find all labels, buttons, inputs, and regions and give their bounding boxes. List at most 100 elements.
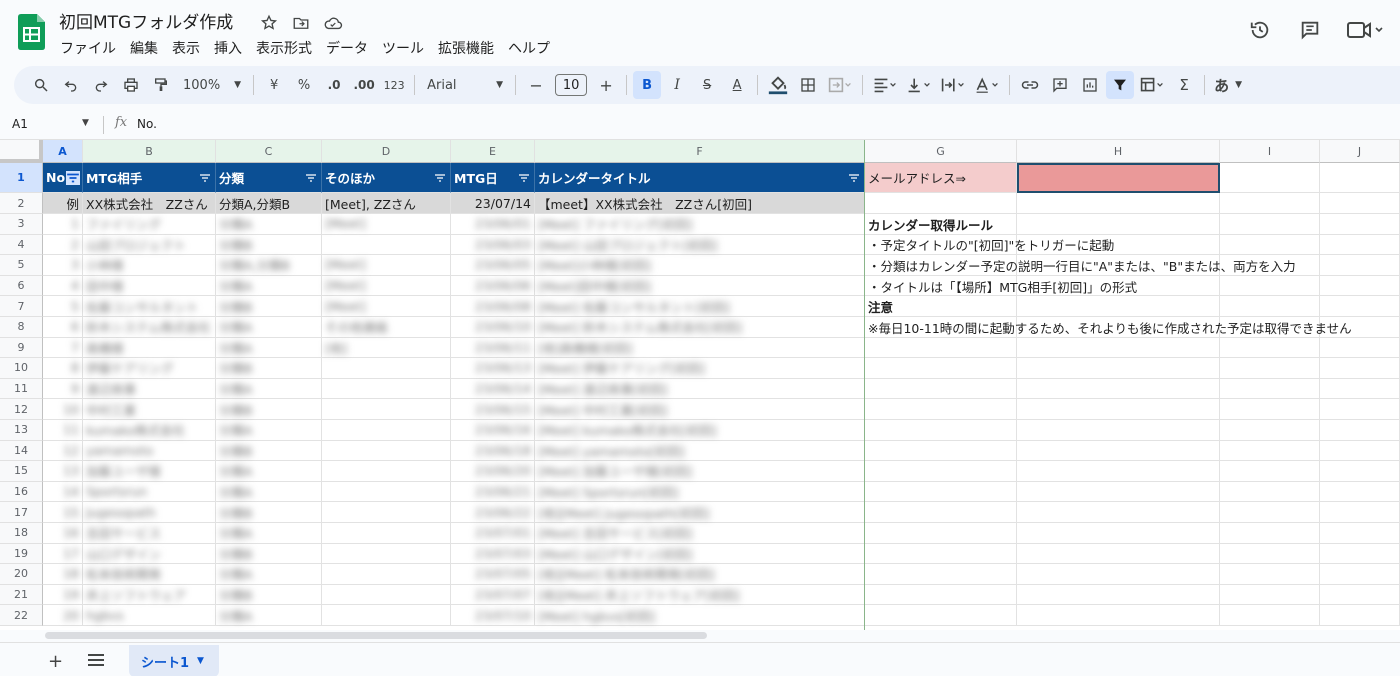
empty-cell[interactable] xyxy=(865,481,1017,503)
empty-cell[interactable] xyxy=(1320,543,1400,565)
zoom-select[interactable]: 100% ▼ xyxy=(177,71,247,99)
table-cell[interactable]: 6 xyxy=(43,317,83,338)
percent-format-button[interactable]: % xyxy=(290,71,318,99)
table-cell[interactable]: 分類B xyxy=(216,502,322,523)
empty-cell[interactable] xyxy=(1017,399,1220,420)
empty-cell[interactable] xyxy=(1320,564,1400,585)
table-cell[interactable]: 23/06/01 xyxy=(451,214,535,235)
table-cell[interactable]: [Meet] 中村工業[初回] xyxy=(535,399,865,420)
row-header-7[interactable]: 7 xyxy=(0,296,43,317)
empty-cell[interactable] xyxy=(865,461,1017,482)
chevron-down-icon[interactable]: ▼ xyxy=(82,118,89,128)
redo-icon[interactable] xyxy=(87,71,115,99)
table-cell[interactable]: [Meet] xyxy=(322,275,451,297)
table-cell[interactable]: [Meet] yamamoto[初回] xyxy=(535,440,865,462)
table-cell[interactable]: 18 xyxy=(43,564,83,585)
text-wrapping-icon[interactable] xyxy=(937,71,969,99)
row-header-4[interactable]: 4 xyxy=(0,234,43,256)
font-size-input[interactable]: 10 xyxy=(555,74,588,96)
example-cell[interactable]: 【meet】XX株式会社 ZZさん[初回] xyxy=(535,193,865,214)
col-header-h[interactable]: H xyxy=(1017,140,1220,163)
col-header-i[interactable]: I xyxy=(1220,140,1320,163)
menu-view[interactable]: 表示 xyxy=(165,36,207,60)
table-cell[interactable] xyxy=(322,584,451,606)
table-cell[interactable]: 分類B xyxy=(216,399,322,420)
table-cell[interactable]: 分類A xyxy=(216,378,322,400)
table-cell[interactable]: [他][Meet] 井上ソフトウェア[初回] xyxy=(535,584,865,606)
empty-cell[interactable] xyxy=(1220,502,1320,523)
email-label-cell[interactable]: メールアドレス⇒ xyxy=(865,163,1017,193)
table-cell[interactable]: [Meet]田中様[初回] xyxy=(535,275,865,297)
vertical-align-icon[interactable] xyxy=(903,71,935,99)
table-cell[interactable]: 23/06/18 xyxy=(451,440,535,462)
col-header-a[interactable]: A xyxy=(43,140,83,163)
decrease-decimal-button[interactable]: .0 xyxy=(320,71,348,99)
functions-button[interactable]: Σ xyxy=(1170,71,1198,99)
table-cell[interactable]: 14 xyxy=(43,481,83,503)
font-size-decrease-button[interactable]: − xyxy=(522,71,550,99)
empty-cell[interactable] xyxy=(865,605,1017,626)
version-history-icon[interactable] xyxy=(1242,14,1278,46)
table-cell[interactable]: [Meet] 加藤ユーザ様[初回] xyxy=(535,461,865,482)
table-cell[interactable] xyxy=(322,399,451,420)
empty-cell[interactable] xyxy=(1017,378,1220,400)
empty-cell[interactable] xyxy=(1320,523,1400,544)
empty-cell[interactable] xyxy=(865,440,1017,462)
table-cell[interactable]: 2 xyxy=(43,234,83,256)
empty-cell[interactable] xyxy=(1320,378,1400,400)
filter-dropdown-icon[interactable] xyxy=(848,173,860,183)
empty-cell[interactable] xyxy=(1320,481,1400,503)
formula-input[interactable]: No. xyxy=(137,117,157,131)
cloud-status-icon[interactable] xyxy=(320,10,346,36)
empty-cell[interactable] xyxy=(1017,605,1220,626)
table-cell[interactable]: 伊藤ケアリング xyxy=(83,358,216,379)
empty-cell[interactable] xyxy=(1017,358,1220,379)
input-tools-button[interactable]: あ ▼ xyxy=(1211,71,1245,99)
table-cell[interactable]: [他][Meet] 松本技術開発[初回] xyxy=(535,564,865,585)
table-cell[interactable]: 23/06/11 xyxy=(451,337,535,359)
empty-cell[interactable] xyxy=(1017,440,1220,462)
table-cell[interactable]: 7 xyxy=(43,337,83,359)
table-cell[interactable]: ファイリング xyxy=(83,214,216,235)
table-header-cell[interactable]: そのほか xyxy=(322,163,451,193)
table-cell[interactable]: 23/07/01 xyxy=(451,523,535,544)
table-cell[interactable]: 23/06/14 xyxy=(451,378,535,400)
menu-extensions[interactable]: 拡張機能 xyxy=(431,36,501,60)
row-header-18[interactable]: 18 xyxy=(0,523,43,544)
menu-data[interactable]: データ xyxy=(319,36,375,60)
row-header-22[interactable]: 22 xyxy=(0,605,43,626)
empty-cell[interactable] xyxy=(1017,543,1220,565)
insert-comment-icon[interactable] xyxy=(1046,71,1074,99)
table-cell[interactable]: 田中様 xyxy=(83,275,216,297)
table-cell[interactable] xyxy=(322,358,451,379)
filter-dropdown-icon[interactable] xyxy=(434,173,446,183)
add-sheet-button[interactable]: + xyxy=(48,651,63,672)
select-all-corner[interactable] xyxy=(0,140,43,163)
strikethrough-button[interactable]: S xyxy=(693,71,721,99)
table-cell[interactable]: 分類A xyxy=(216,523,322,544)
row-header-15[interactable]: 15 xyxy=(0,461,43,482)
row-header-1[interactable]: 1 xyxy=(0,163,43,193)
empty-cell[interactable] xyxy=(1017,337,1220,359)
empty-cell[interactable] xyxy=(1220,584,1320,606)
table-cell[interactable] xyxy=(322,461,451,482)
empty-cell[interactable] xyxy=(1017,481,1220,503)
table-cell[interactable] xyxy=(322,481,451,503)
empty-cell[interactable] xyxy=(1320,502,1400,523)
table-cell[interactable]: 12 xyxy=(43,440,83,462)
menu-help[interactable]: ヘルプ xyxy=(501,36,557,60)
row-header-21[interactable]: 21 xyxy=(0,584,43,606)
italic-button[interactable]: I xyxy=(663,71,691,99)
table-cell[interactable] xyxy=(322,234,451,256)
table-cell[interactable]: [他] xyxy=(322,337,451,359)
table-cell[interactable]: 井上ソフトウェア xyxy=(83,584,216,606)
table-cell[interactable]: 16 xyxy=(43,523,83,544)
row-header-9[interactable]: 9 xyxy=(0,337,43,359)
filter-icon[interactable] xyxy=(1106,71,1135,99)
table-cell[interactable]: 5 xyxy=(43,296,83,317)
row-header-10[interactable]: 10 xyxy=(0,358,43,379)
table-cell[interactable] xyxy=(322,420,451,441)
table-cell[interactable]: [Meet] xyxy=(322,214,451,235)
empty-cell[interactable] xyxy=(1017,523,1220,544)
insert-link-icon[interactable] xyxy=(1016,71,1044,99)
